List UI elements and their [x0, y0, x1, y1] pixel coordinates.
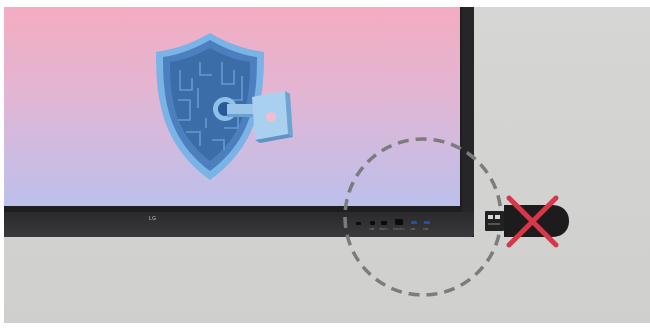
dashed-magnifier-circle — [343, 137, 503, 297]
image-top-border — [0, 0, 650, 7]
image-left-border — [0, 0, 4, 329]
usb-drive-icon — [485, 205, 569, 237]
image-bottom-border — [0, 323, 650, 329]
